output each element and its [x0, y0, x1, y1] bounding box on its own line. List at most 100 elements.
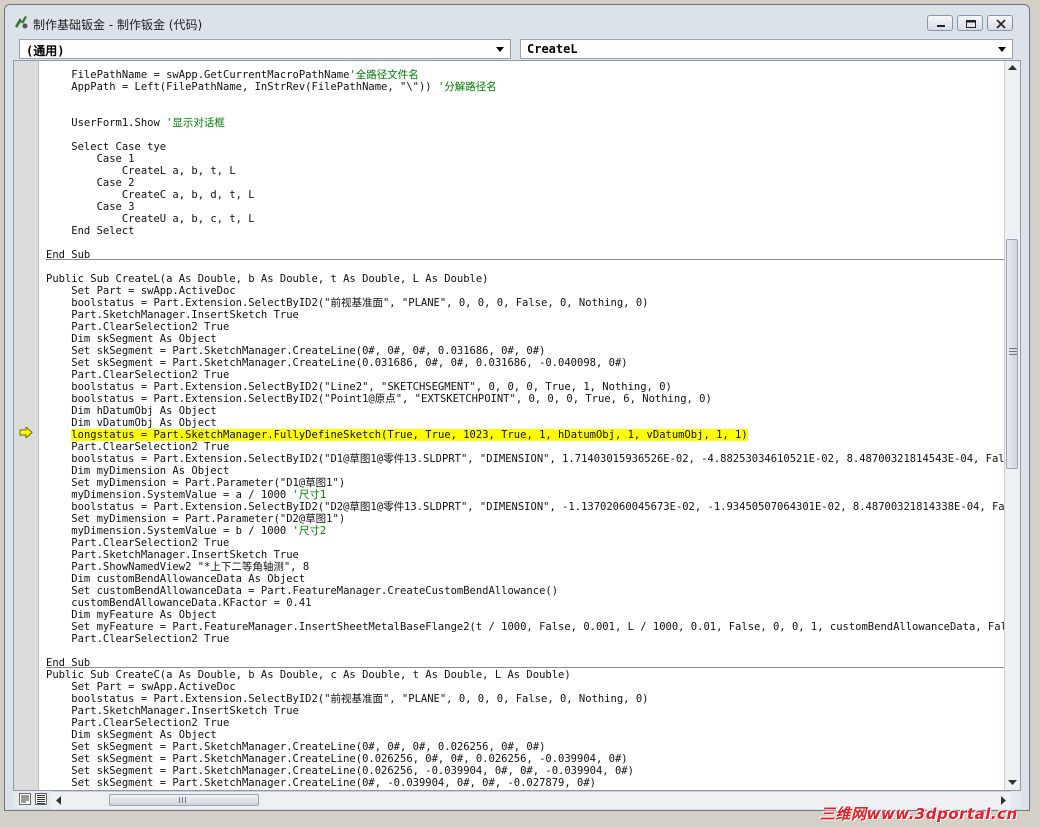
- code-line[interactable]: boolstatus = Part.Extension.SelectByID2(…: [46, 393, 712, 405]
- code-line[interactable]: Part.SketchManager.InsertSketch True: [46, 705, 299, 717]
- margin-indicator-bar[interactable]: [14, 61, 39, 790]
- code-statement: Case 2: [46, 177, 135, 189]
- scroll-down-icon[interactable]: [1008, 780, 1017, 786]
- code-statement: myDimension.SystemValue = b / 1000: [46, 525, 293, 537]
- code-line[interactable]: longstatus = Part.SketchManager.FullyDef…: [46, 429, 748, 441]
- vertical-scroll-thumb[interactable]: [1006, 239, 1018, 469]
- code-line[interactable]: Set myDimension = Part.Parameter("D2@草图1…: [46, 513, 345, 525]
- code-line[interactable]: Case 1: [46, 153, 135, 165]
- code-statement: Part.SketchManager.InsertSketch True: [46, 549, 299, 561]
- code-line[interactable]: boolstatus = Part.Extension.SelectByID2(…: [46, 297, 648, 309]
- vertical-scrollbar[interactable]: [1004, 61, 1020, 790]
- code-line[interactable]: Set Part = swApp.ActiveDoc: [46, 285, 236, 297]
- current-statement-highlight: longstatus = Part.SketchManager.FullyDef…: [71, 429, 748, 441]
- code-line[interactable]: Part.ClearSelection2 True: [46, 717, 229, 729]
- code-line[interactable]: Set skSegment = Part.SketchManager.Creat…: [46, 753, 628, 765]
- code-line[interactable]: AppPath = Left(FilePathName, InStrRev(Fi…: [46, 81, 496, 93]
- code-statement: Set skSegment = Part.SketchManager.Creat…: [46, 753, 628, 765]
- code-line[interactable]: Public Sub CreateC(a As Double, b As Dou…: [46, 669, 571, 681]
- code-comment: '显示对话框: [166, 117, 225, 129]
- procedure-separator: [46, 667, 1006, 668]
- code-statement: Set Part = swApp.ActiveDoc: [46, 285, 236, 297]
- code-line[interactable]: FilePathName = swApp.GetCurrentMacroPath…: [46, 69, 419, 81]
- minimize-button[interactable]: [927, 15, 953, 31]
- code-line[interactable]: myDimension.SystemValue = a / 1000 '尺寸1: [46, 489, 326, 501]
- code-line[interactable]: Set skSegment = Part.SketchManager.Creat…: [46, 777, 596, 789]
- code-statement: boolstatus = Part.Extension.SelectByID2(…: [46, 381, 672, 393]
- code-comment: '尺寸1: [292, 489, 327, 501]
- scroll-up-icon[interactable]: [1008, 64, 1017, 70]
- code-line[interactable]: Part.ClearSelection2 True: [46, 633, 229, 645]
- code-line[interactable]: Part.ClearSelection2 True: [46, 537, 229, 549]
- code-line[interactable]: UserForm1.Show '显示对话框: [46, 117, 225, 129]
- restore-button[interactable]: [957, 15, 983, 31]
- code-line[interactable]: Public Sub CreateL(a As Double, b As Dou…: [46, 273, 489, 285]
- code-line[interactable]: Set Part = swApp.ActiveDoc: [46, 681, 235, 693]
- code-line[interactable]: Set customBendAllowanceData = Part.Featu…: [46, 585, 558, 597]
- code-statement: Dim myDimension As Object: [46, 465, 230, 477]
- code-line[interactable]: boolstatus = Part.Extension.SelectByID2(…: [46, 453, 1006, 465]
- code-line[interactable]: CreateC a, b, d, t, L: [46, 189, 255, 201]
- object-dropdown[interactable]: (通用): [19, 39, 511, 59]
- code-statement: Set myDimension = Part.Parameter("D2@草图1…: [46, 513, 346, 525]
- code-line[interactable]: myDimension.SystemValue = b / 1000 '尺寸2: [46, 525, 326, 537]
- code-line[interactable]: CreateU a, b, c, t, L: [46, 213, 255, 225]
- code-line[interactable]: Select Case tye: [46, 141, 166, 153]
- code-line[interactable]: Dim myDimension As Object: [46, 465, 229, 477]
- code-line[interactable]: Part.ShowNamedView2 "*上下二等角轴测", 8: [46, 561, 309, 573]
- code-statement: Select Case tye: [46, 141, 167, 153]
- code-statement: AppPath = Left(FilePathName, InStrRev(Fi…: [46, 81, 438, 93]
- code-line[interactable]: Set skSegment = Part.SketchManager.Creat…: [46, 765, 634, 777]
- grip-icon: [179, 797, 186, 803]
- code-line[interactable]: customBendAllowanceData.KFactor = 0.41: [46, 597, 311, 609]
- code-line[interactable]: Case 3: [46, 201, 135, 213]
- code-statement: Part.ClearSelection2 True: [46, 633, 230, 645]
- code-statement: Part.SketchManager.InsertSketch True: [46, 705, 299, 717]
- code-line[interactable]: Dim skSegment As Object: [46, 333, 216, 345]
- code-statement: UserForm1.Show: [46, 117, 167, 129]
- code-line[interactable]: End Select: [46, 225, 135, 237]
- code-line[interactable]: Dim vDatumObj As Object: [46, 417, 216, 429]
- scroll-left-icon[interactable]: [55, 796, 61, 805]
- code-line[interactable]: Dim hDatumObj As Object: [46, 405, 216, 417]
- horizontal-scroll-thumb[interactable]: [109, 794, 259, 806]
- code-editor[interactable]: FilePathName = swApp.GetCurrentMacroPath…: [13, 60, 1021, 791]
- code-line[interactable]: boolstatus = Part.Extension.SelectByID2(…: [46, 693, 648, 705]
- code-statement: boolstatus = Part.Extension.SelectByID2(…: [46, 501, 1006, 513]
- code-line[interactable]: Set myFeature = Part.FeatureManager.Inse…: [46, 621, 1006, 633]
- code-line[interactable]: Dim myFeature As Object: [46, 609, 217, 621]
- code-line[interactable]: Part.SketchManager.InsertSketch True: [46, 309, 299, 321]
- close-button[interactable]: [987, 15, 1013, 31]
- code-statement: boolstatus = Part.Extension.SelectByID2(…: [46, 693, 649, 705]
- code-line[interactable]: Set skSegment = Part.SketchManager.Creat…: [46, 741, 545, 753]
- code-statement: myDimension.SystemValue = a / 1000: [46, 489, 293, 501]
- code-statement: Set skSegment = Part.SketchManager.Creat…: [46, 345, 546, 357]
- close-icon: [996, 19, 1006, 29]
- code-line[interactable]: Case 2: [46, 177, 135, 189]
- full-module-view-icon[interactable]: [35, 793, 47, 805]
- code-statement: Set skSegment = Part.SketchManager.Creat…: [46, 777, 596, 789]
- code-line[interactable]: Part.SketchManager.InsertSketch True: [46, 549, 299, 561]
- title-bar[interactable]: 制作基础钣金 - 制作钣金 (代码): [5, 5, 1029, 35]
- code-line[interactable]: Set skSegment = Part.SketchManager.Creat…: [46, 357, 627, 369]
- code-line[interactable]: Set skSegment = Part.SketchManager.Creat…: [46, 345, 545, 357]
- code-text[interactable]: FilePathName = swApp.GetCurrentMacroPath…: [46, 61, 1006, 790]
- code-line[interactable]: Part.ClearSelection2 True: [46, 369, 229, 381]
- code-line[interactable]: Set myDimension = Part.Parameter("D1@草图1…: [46, 477, 345, 489]
- chevron-down-icon: [496, 47, 504, 52]
- procedure-view-icon[interactable]: [19, 793, 31, 805]
- code-line[interactable]: boolstatus = Part.Extension.SelectByID2(…: [46, 501, 1006, 513]
- code-statement: Dim myFeature As Object: [46, 609, 217, 621]
- code-comment: '全路径文件名: [349, 69, 419, 81]
- code-line[interactable]: Dim skSegment As Object: [46, 729, 216, 741]
- procedure-dropdown[interactable]: CreateL: [520, 39, 1013, 59]
- code-line[interactable]: boolstatus = Part.Extension.SelectByID2(…: [46, 381, 672, 393]
- code-statement: Set myDimension = Part.Parameter("D1@草图1…: [46, 477, 346, 489]
- code-statement: Set skSegment = Part.SketchManager.Creat…: [46, 765, 634, 777]
- code-line[interactable]: Dim customBendAllowanceData As Object: [46, 573, 305, 585]
- code-line[interactable]: Part.ClearSelection2 True: [46, 321, 229, 333]
- code-line[interactable]: Part.ClearSelection2 True: [46, 441, 229, 453]
- code-statement: boolstatus = Part.Extension.SelectByID2(…: [46, 453, 1006, 465]
- code-statement: End Select: [46, 225, 135, 237]
- code-line[interactable]: CreateL a, b, t, L: [46, 165, 236, 177]
